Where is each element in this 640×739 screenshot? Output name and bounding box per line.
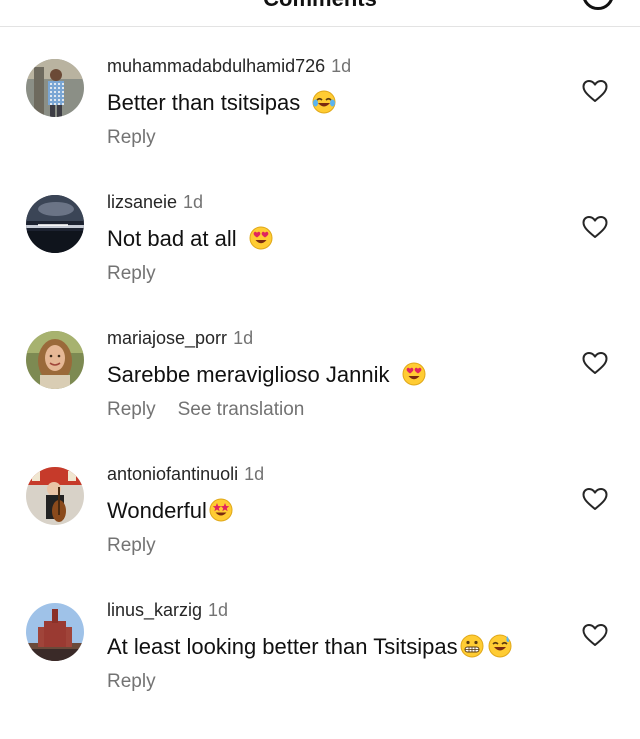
comment-actions: Reply: [107, 534, 156, 558]
username[interactable]: linus_karzig: [107, 600, 202, 620]
heart-outline-icon[interactable]: [582, 351, 608, 375]
grimacing-emoji: [460, 634, 484, 658]
comment-meta: antoniofantinuoli 1d: [107, 463, 264, 485]
avatar[interactable]: [26, 467, 84, 525]
heart-outline-icon[interactable]: [582, 487, 608, 511]
comment-item: antoniofantinuoli 1d Wonderful Reply: [0, 464, 640, 603]
comment-text: Wonderful: [107, 497, 233, 525]
comment-body: Wonderful: [107, 498, 207, 523]
comment-actions: Reply See translation: [107, 398, 304, 422]
comment-meta: muhammadabdulhamid726 1d: [107, 55, 351, 77]
comment-meta: mariajose_porr 1d: [107, 327, 253, 349]
tears-of-joy-emoji: [312, 90, 336, 114]
comment-item: linus_karzig 1d At least looking better t…: [0, 600, 640, 739]
reply-button[interactable]: Reply: [107, 671, 156, 692]
header-title: Comments: [0, 0, 640, 12]
comment-meta: lizsaneie 1d: [107, 191, 203, 213]
timestamp: 1d: [331, 56, 352, 76]
comment-item: mariajose_porr 1d Sarebbe meraviglioso Ja…: [0, 328, 640, 467]
username[interactable]: mariajose_porr: [107, 328, 227, 348]
heart-outline-icon[interactable]: [582, 215, 608, 239]
reply-button[interactable]: Reply: [107, 263, 156, 284]
avatar[interactable]: [26, 195, 84, 253]
timestamp: 1d: [233, 328, 254, 348]
reply-button[interactable]: Reply: [107, 399, 156, 420]
comment-body: At least looking better than Tsitsipas: [107, 634, 458, 659]
comment-actions: Reply: [107, 262, 156, 286]
comment-body: Not bad at all: [107, 226, 237, 251]
see-translation-link[interactable]: See translation: [178, 399, 305, 420]
comment-item: muhammadabdulhamid726 1d Better than tsit…: [0, 56, 640, 195]
comment-text: At least looking better than Tsitsipas: [107, 633, 512, 661]
avatar[interactable]: [26, 331, 84, 389]
timestamp: 1d: [183, 192, 204, 212]
comment-text: Better than tsitsipas: [107, 89, 336, 117]
heart-outline-icon[interactable]: [582, 79, 608, 103]
username[interactable]: antoniofantinuoli: [107, 464, 238, 484]
avatar[interactable]: [26, 603, 84, 661]
timestamp: 1d: [244, 464, 265, 484]
comment-body: Better than tsitsipas: [107, 90, 301, 115]
comment-text: Not bad at all: [107, 225, 273, 253]
comment-text: Sarebbe meraviglioso Jannik: [107, 361, 426, 389]
heart-outline-icon[interactable]: [582, 623, 608, 647]
comment-actions: Reply: [107, 126, 156, 150]
timestamp: 1d: [208, 600, 229, 620]
reply-button[interactable]: Reply: [107, 127, 156, 148]
username[interactable]: lizsaneie: [107, 192, 177, 212]
star-struck-emoji: [209, 498, 233, 522]
heart-eyes-emoji: [402, 362, 426, 386]
comment-body: Sarebbe meraviglioso Jannik: [107, 362, 390, 387]
heart-eyes-emoji: [249, 226, 273, 250]
comments-header: Comments: [0, 0, 640, 27]
username[interactable]: muhammadabdulhamid726: [107, 56, 325, 76]
comment-item: lizsaneie 1d Not bad at all Reply: [0, 192, 640, 331]
sweat-smile-emoji: [488, 634, 512, 658]
reply-button[interactable]: Reply: [107, 535, 156, 556]
avatar[interactable]: [26, 59, 84, 117]
comment-meta: linus_karzig 1d: [107, 599, 228, 621]
comment-actions: Reply: [107, 670, 156, 694]
